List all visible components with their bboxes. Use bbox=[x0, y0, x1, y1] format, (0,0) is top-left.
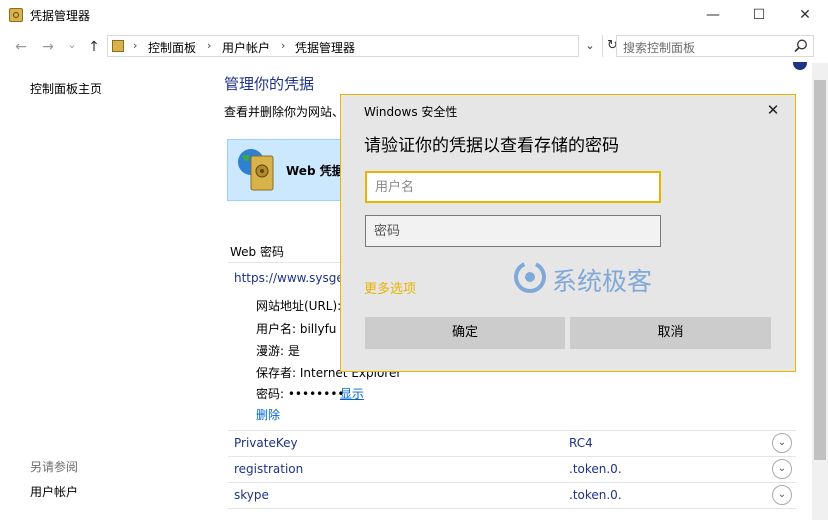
control-panel-home-link[interactable]: 控制面板主页 bbox=[30, 80, 102, 97]
minimize-button[interactable]: — bbox=[690, 0, 736, 31]
watermark-logo-icon bbox=[514, 261, 546, 293]
credential-row-name[interactable]: registration bbox=[234, 462, 303, 476]
dialog-title: Windows 安全性 bbox=[364, 105, 458, 119]
credential-row-value: .token.0. bbox=[569, 488, 622, 502]
search-placeholder[interactable]: 搜索控制面板 bbox=[623, 39, 695, 56]
detail-password: 密码: •••••••• bbox=[256, 387, 345, 401]
credential-row-value: .token.0. bbox=[569, 462, 622, 476]
see-also-label: 另请参阅 bbox=[30, 460, 79, 474]
breadcrumb-separator: › bbox=[207, 39, 212, 52]
scrollbar-thumb[interactable] bbox=[814, 80, 826, 460]
divider bbox=[228, 508, 796, 509]
credential-row-name[interactable]: skype bbox=[234, 488, 269, 502]
ok-button[interactable]: 确定 bbox=[365, 317, 565, 349]
forward-arrow-icon[interactable]: → bbox=[40, 39, 56, 55]
breadcrumb-separator: › bbox=[281, 39, 286, 52]
page-title: 管理你的凭据 bbox=[224, 75, 315, 93]
divider bbox=[228, 456, 796, 457]
location-icon bbox=[112, 40, 124, 52]
cancel-button[interactable]: 取消 bbox=[570, 317, 771, 349]
detail-username: 用户名: billyfu bbox=[256, 322, 337, 336]
show-password-link[interactable]: 显示 bbox=[340, 385, 364, 402]
delete-credential-link[interactable]: 删除 bbox=[256, 406, 280, 423]
credential-url[interactable]: https://www.sysge bbox=[234, 271, 344, 285]
username-field[interactable] bbox=[365, 171, 661, 203]
watermark-text: 系统极客 bbox=[552, 267, 653, 296]
detail-url: 网站地址(URL): bbox=[256, 299, 342, 313]
dialog-heading: 请验证你的凭据以查看存储的密码 bbox=[364, 136, 619, 156]
close-button[interactable]: ✕ bbox=[782, 0, 828, 31]
up-arrow-icon[interactable]: ↑ bbox=[86, 39, 102, 55]
breadcrumb-user-accounts[interactable]: 用户帐户 bbox=[222, 39, 270, 56]
credential-manager-icon bbox=[9, 8, 23, 22]
breadcrumb-control-panel[interactable]: 控制面板 bbox=[148, 39, 196, 56]
detail-roaming: 漫游: 是 bbox=[256, 344, 300, 358]
expand-chevron-icon[interactable]: ⌄ bbox=[772, 485, 792, 505]
address-dropdown-icon[interactable]: ⌄ bbox=[580, 35, 600, 57]
web-passwords-heading: Web 密码 bbox=[230, 245, 284, 259]
page-description: 查看并删除你为网站、 bbox=[224, 105, 345, 119]
window-title: 凭据管理器 bbox=[30, 9, 91, 23]
expand-chevron-icon[interactable]: ⌄ bbox=[772, 459, 792, 479]
divider bbox=[228, 482, 796, 483]
more-options-link[interactable]: 更多选项 bbox=[364, 278, 416, 297]
maximize-button[interactable]: ☐ bbox=[736, 0, 782, 31]
help-icon[interactable] bbox=[793, 62, 807, 70]
password-field[interactable] bbox=[365, 215, 661, 247]
recent-locations-icon[interactable]: ⌄ bbox=[64, 37, 80, 53]
search-icon[interactable] bbox=[793, 38, 809, 54]
dialog-close-icon[interactable]: ✕ bbox=[764, 101, 782, 119]
breadcrumb-credential-manager[interactable]: 凭据管理器 bbox=[295, 39, 355, 56]
back-arrow-icon[interactable]: ← bbox=[13, 39, 29, 55]
divider bbox=[228, 430, 796, 431]
credential-row-name[interactable]: PrivateKey bbox=[234, 436, 298, 450]
web-credentials-label[interactable]: Web 凭据 bbox=[286, 162, 344, 179]
user-accounts-link[interactable]: 用户帐户 bbox=[30, 483, 78, 500]
credential-row-value: RC4 bbox=[569, 436, 593, 450]
expand-chevron-icon[interactable]: ⌄ bbox=[772, 433, 792, 453]
vault-icon bbox=[250, 155, 274, 191]
breadcrumb-separator: › bbox=[133, 39, 138, 52]
